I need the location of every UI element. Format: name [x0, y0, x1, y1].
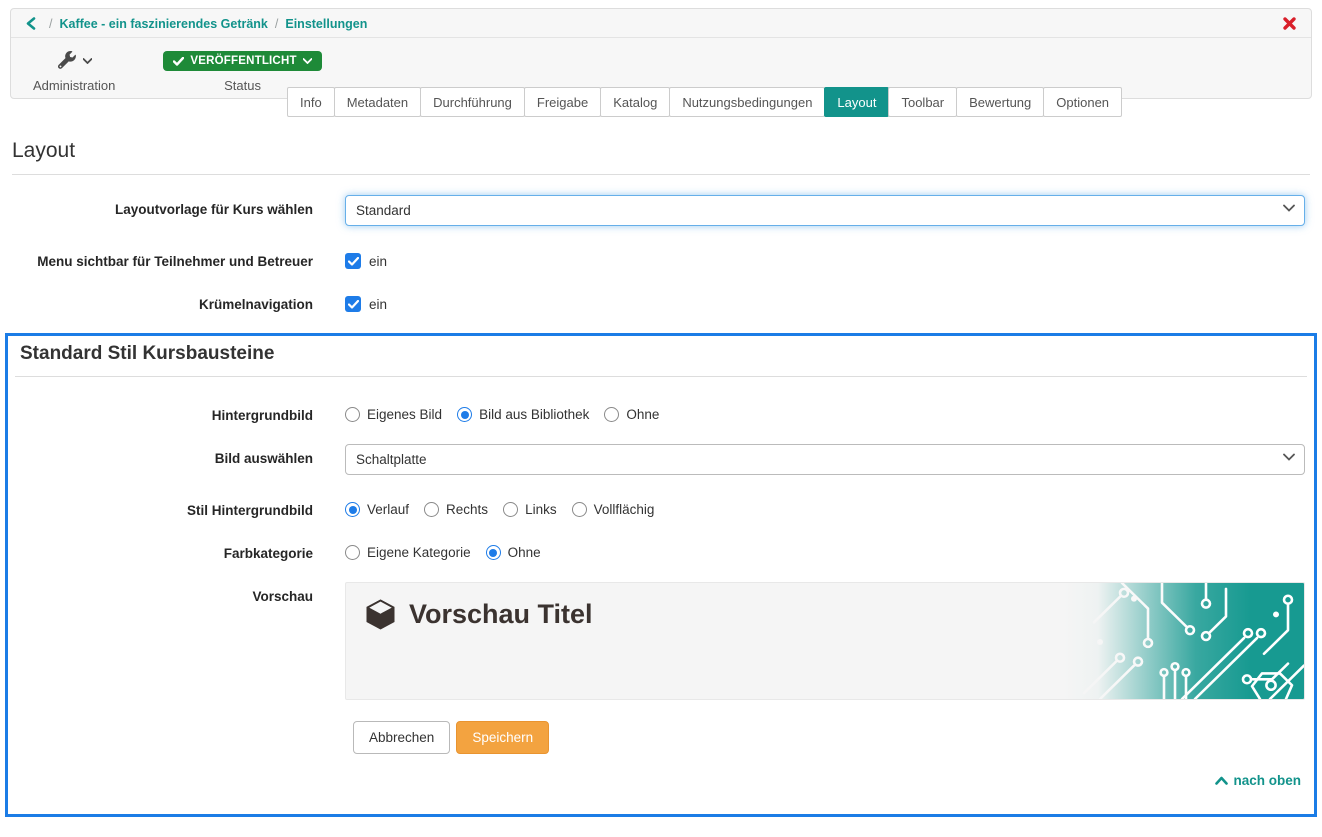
field-label-crumb-nav: Krümelnavigation — [0, 290, 313, 312]
cancel-button[interactable]: Abbrechen — [353, 721, 450, 754]
administration-menu[interactable]: Administration — [33, 48, 115, 93]
image-select-row: Bild auswählen Schaltplatte — [8, 444, 1314, 475]
radio-ohne-bild[interactable]: Ohne — [604, 407, 659, 422]
check-icon — [173, 57, 184, 66]
tab-freigabe[interactable]: Freigabe — [524, 87, 601, 117]
layout-template-row: Layoutvorlage für Kurs wählen Standard — [0, 195, 1322, 226]
circuit-board-image — [1064, 583, 1304, 699]
menu-visible-checkbox[interactable] — [345, 253, 361, 269]
breadcrumb: / Kaffee - ein faszinierendes Getränk / … — [11, 9, 1311, 38]
field-label-background: Hintergrundbild — [8, 401, 313, 423]
radio-verlauf[interactable]: Verlauf — [345, 502, 409, 517]
layout-template-select[interactable]: Standard — [345, 195, 1305, 226]
layout-settings: Layout Layoutvorlage für Kurs wählen Sta… — [0, 139, 1322, 817]
course-header: / Kaffee - ein faszinierendes Getränk / … — [10, 8, 1312, 99]
checkbox-label: ein — [369, 297, 387, 312]
back-button[interactable] — [25, 17, 36, 30]
radio-icon — [503, 502, 518, 517]
tab-nutzungsbedingungen[interactable]: Nutzungsbedingungen — [669, 87, 825, 117]
settings-tabs: Info Metadaten Durchführung Freigabe Kat… — [287, 87, 1322, 117]
radio-icon — [345, 545, 360, 560]
back-to-top-link[interactable]: nach oben — [1215, 773, 1301, 788]
tab-toolbar[interactable]: Toolbar — [888, 87, 957, 117]
field-label-preview: Vorschau — [8, 582, 313, 604]
tab-katalog[interactable]: Katalog — [600, 87, 670, 117]
chevron-up-icon — [1215, 776, 1228, 785]
radio-icon — [457, 407, 472, 422]
background-image-row: Hintergrundbild Eigenes Bild Bild aus Bi… — [8, 401, 1314, 423]
tab-metadaten[interactable]: Metadaten — [334, 87, 421, 117]
tab-durchfuehrung[interactable]: Durchführung — [420, 87, 525, 117]
background-radio-group: Eigenes Bild Bild aus Bibliothek Ohne — [345, 401, 1305, 422]
color-radio-group: Eigene Kategorie Ohne — [345, 539, 1305, 560]
field-label-image-select: Bild auswählen — [8, 444, 313, 466]
check-icon — [348, 300, 359, 309]
chevron-left-icon — [25, 17, 36, 30]
tab-layout[interactable]: Layout — [824, 87, 889, 117]
style-radio-group: Verlauf Rechts Links Vollflächig — [345, 496, 1305, 517]
check-icon — [348, 257, 359, 266]
radio-ohne-kategorie[interactable]: Ohne — [486, 545, 541, 560]
close-icon[interactable] — [1282, 16, 1297, 31]
field-label-style: Stil Hintergrundbild — [8, 496, 313, 518]
tab-bewertung[interactable]: Bewertung — [956, 87, 1044, 117]
radio-icon — [345, 502, 360, 517]
radio-eigenes-bild[interactable]: Eigenes Bild — [345, 407, 442, 422]
breadcrumb-course-link[interactable]: Kaffee - ein faszinierendes Getränk — [59, 17, 267, 31]
form-buttons: Abbrechen Speichern — [353, 721, 1314, 754]
radio-bild-aus-bibliothek[interactable]: Bild aus Bibliothek — [457, 407, 589, 422]
status-badge[interactable]: VERÖFFENTLICHT — [163, 51, 321, 71]
wrench-icon — [56, 50, 78, 72]
field-label-color-category: Farbkategorie — [8, 539, 313, 561]
administration-label: Administration — [33, 78, 115, 93]
tab-optionen[interactable]: Optionen — [1043, 87, 1122, 117]
color-category-row: Farbkategorie Eigene Kategorie Ohne — [8, 539, 1314, 561]
radio-icon — [345, 407, 360, 422]
background-style-row: Stil Hintergrundbild Verlauf Rechts — [8, 496, 1314, 518]
radio-icon — [572, 502, 587, 517]
breadcrumb-separator: / — [49, 17, 52, 31]
cube-icon — [365, 598, 396, 631]
radio-eigene-kategorie[interactable]: Eigene Kategorie — [345, 545, 471, 560]
status-label: Status — [224, 78, 261, 93]
crumb-nav-row: Krümelnavigation ein — [0, 290, 1322, 312]
course-node-preview: Vorschau Titel — [345, 582, 1305, 700]
checkbox-label: ein — [369, 254, 387, 269]
field-label-menu-visible: Menu sichtbar für Teilnehmer und Betreue… — [0, 247, 313, 269]
menu-visible-row: Menu sichtbar für Teilnehmer und Betreue… — [0, 247, 1322, 269]
preview-title: Vorschau Titel — [409, 599, 593, 630]
course-node-style-panel: Standard Stil Kursbausteine Hintergrundb… — [5, 333, 1317, 817]
radio-vollflaechig[interactable]: Vollflächig — [572, 502, 655, 517]
image-select[interactable]: Schaltplatte — [345, 444, 1305, 475]
radio-links[interactable]: Links — [503, 502, 557, 517]
status-badge-label: VERÖFFENTLICHT — [190, 55, 296, 67]
radio-icon — [604, 407, 619, 422]
tab-info[interactable]: Info — [287, 87, 335, 117]
radio-rechts[interactable]: Rechts — [424, 502, 488, 517]
caret-down-icon — [303, 58, 312, 64]
radio-icon — [424, 502, 439, 517]
crumb-nav-checkbox[interactable] — [345, 296, 361, 312]
page-title: Layout — [12, 139, 1310, 175]
radio-icon — [486, 545, 501, 560]
save-button[interactable]: Speichern — [456, 721, 549, 754]
breadcrumb-separator: / — [275, 17, 278, 31]
panel-title: Standard Stil Kursbausteine — [15, 336, 1307, 377]
breadcrumb-settings-link[interactable]: Einstellungen — [285, 17, 367, 31]
preview-row: Vorschau Vorschau Titel — [8, 582, 1314, 700]
field-label-layout-template: Layoutvorlage für Kurs wählen — [0, 195, 313, 217]
caret-down-icon — [83, 58, 92, 64]
course-toolbar: Administration VERÖFFENTLICHT Status — [11, 38, 1311, 93]
